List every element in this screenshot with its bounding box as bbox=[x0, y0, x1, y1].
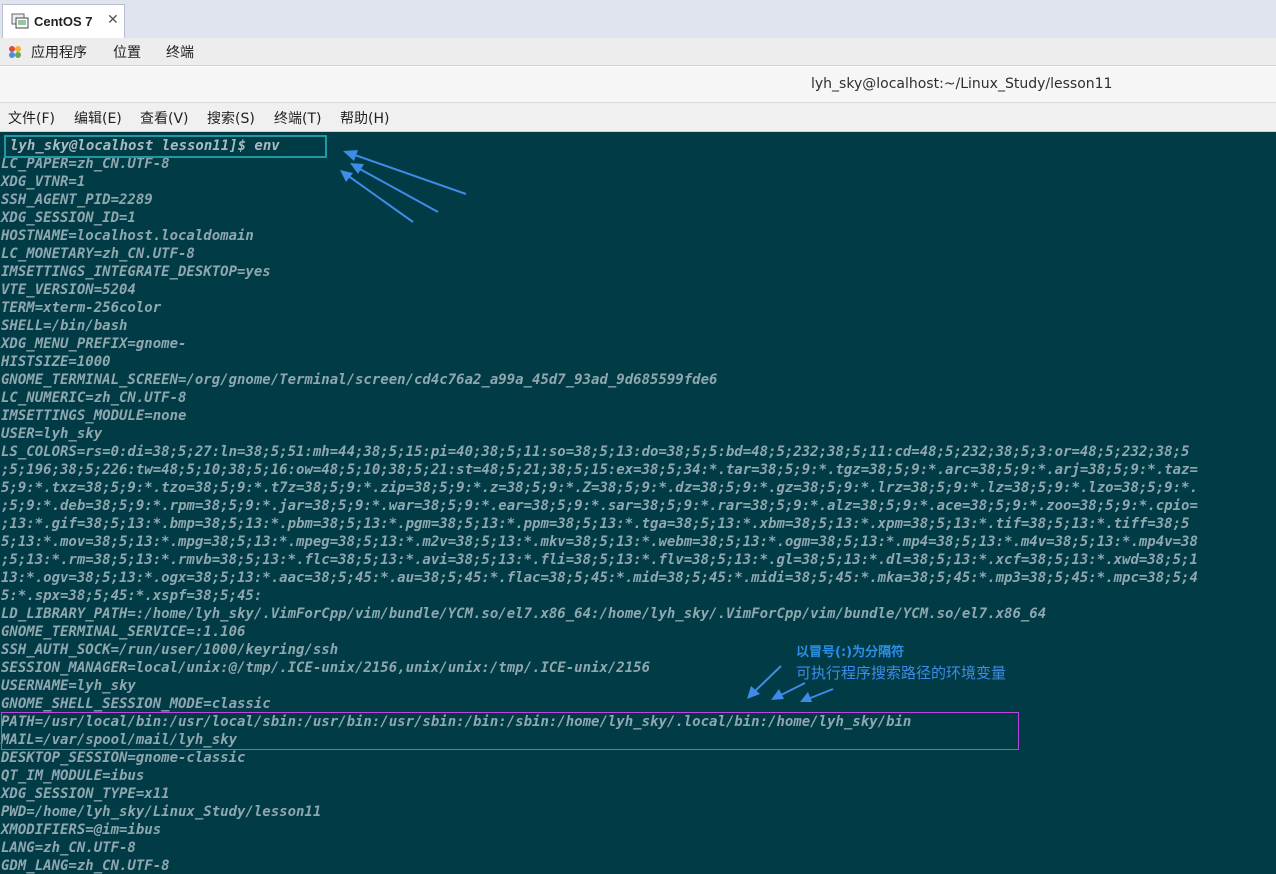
terminal-line: USERNAME=lyh_sky bbox=[1, 678, 136, 694]
window-title: lyh_sky@localhost:~/Linux_Study/lesson11 bbox=[811, 76, 1113, 92]
terminal-line: VTE_VERSION=5204 bbox=[1, 282, 136, 298]
terminal-line: SHELL=/bin/bash bbox=[1, 318, 128, 334]
terminal-line: PATH=/usr/local/bin:/usr/local/sbin:/usr… bbox=[1, 714, 912, 730]
terminal-line: LC_NUMERIC=zh_CN.UTF-8 bbox=[1, 390, 187, 406]
menu-edit[interactable]: 编辑(E) bbox=[74, 108, 122, 128]
menu-search[interactable]: 搜索(S) bbox=[207, 108, 255, 128]
terminal-line: LS_COLORS=rs=0:di=38;5;27:ln=38;5;51:mh=… bbox=[1, 444, 1190, 460]
path-variable-note: 可执行程序搜索路径的环境变量 bbox=[796, 664, 1007, 682]
terminal-line: HISTSIZE=1000 bbox=[1, 354, 111, 370]
terminal-line: XDG_VTNR=1 bbox=[1, 174, 86, 190]
menu-terminal[interactable]: 终端(T) bbox=[274, 108, 321, 128]
terminal-line: XDG_SESSION_ID=1 bbox=[1, 210, 136, 226]
menu-help[interactable]: 帮助(H) bbox=[340, 108, 389, 128]
terminal-output[interactable]: lyh_sky@localhost lesson11]$ env LC_PAPE… bbox=[0, 132, 1276, 874]
colon-separator-note: 以冒号(:)为分隔符 bbox=[796, 645, 905, 660]
terminal-line: 5;9:*.txz=38;5;9:*.tzo=38;5;9:*.t7z=38;5… bbox=[1, 480, 1198, 496]
terminal-line: QT_IM_MODULE=ibus bbox=[1, 768, 145, 784]
applications-menu[interactable]: 应用程序 bbox=[31, 42, 87, 62]
terminal-line: ;5;9:*.deb=38;5;9:*.rpm=38;5;9:*.jar=38;… bbox=[1, 498, 1198, 514]
terminal-line: XDG_SESSION_TYPE=x11 bbox=[1, 786, 170, 802]
terminal-line: DESKTOP_SESSION=gnome-classic bbox=[1, 750, 246, 766]
menu-view[interactable]: 查看(V) bbox=[140, 108, 189, 128]
terminal-line: GDM_LANG=zh_CN.UTF-8 bbox=[1, 858, 170, 874]
terminal-line: ;13:*.gif=38;5;13:*.bmp=38;5;13:*.pbm=38… bbox=[1, 516, 1190, 532]
vm-tab-centos7[interactable]: CentOS 7 ✕ bbox=[2, 4, 125, 38]
terminal-line: IMSETTINGS_INTEGRATE_DESKTOP=yes bbox=[1, 264, 271, 280]
terminal-line: HOSTNAME=localhost.localdomain bbox=[1, 228, 254, 244]
terminal-line: ;5;13:*.rm=38;5;13:*.rmvb=38;5;13:*.flc=… bbox=[1, 552, 1198, 568]
gnome-top-bar: 应用程序 位置 终端 bbox=[0, 38, 1276, 66]
terminal-line: 5;13:*.mov=38;5;13:*.mpg=38;5;13:*.mpeg=… bbox=[1, 534, 1198, 550]
places-menu[interactable]: 位置 bbox=[113, 42, 141, 62]
terminal-line: ;5;196;38;5;226:tw=48;5;10;38;5;16:ow=48… bbox=[1, 462, 1198, 478]
terminal-line: SESSION_MANAGER=local/unix:@/tmp/.ICE-un… bbox=[1, 660, 651, 676]
menu-file[interactable]: 文件(F) bbox=[8, 108, 55, 128]
close-icon[interactable]: ✕ bbox=[107, 12, 119, 28]
shell-prompt: lyh_sky@localhost lesson11]$ env bbox=[10, 138, 280, 154]
terminal-menubar: 文件(F) 编辑(E) 查看(V) 搜索(S) 终端(T) 帮助(H) bbox=[0, 103, 1276, 132]
applications-icon bbox=[9, 46, 21, 58]
window-titlebar[interactable]: lyh_sky@localhost:~/Linux_Study/lesson11 bbox=[0, 67, 1276, 103]
terminal-line: MAIL=/var/spool/mail/lyh_sky bbox=[1, 732, 238, 748]
vm-icon bbox=[11, 13, 29, 29]
terminal-line: LC_MONETARY=zh_CN.UTF-8 bbox=[1, 246, 195, 262]
terminal-line: 5:*.spx=38;5;45:*.xspf=38;5;45: bbox=[1, 588, 263, 604]
terminal-line: LANG=zh_CN.UTF-8 bbox=[1, 840, 136, 856]
terminal-line: LD_LIBRARY_PATH=:/home/lyh_sky/.VimForCp… bbox=[1, 606, 1047, 622]
terminal-line: PWD=/home/lyh_sky/Linux_Study/lesson11 bbox=[1, 804, 322, 820]
terminal-line: SSH_AUTH_SOCK=/run/user/1000/keyring/ssh bbox=[1, 642, 339, 658]
terminal-line: GNOME_SHELL_SESSION_MODE=classic bbox=[1, 696, 271, 712]
terminal-line: 13:*.ogv=38;5;13:*.ogx=38;5;13:*.aac=38;… bbox=[1, 570, 1198, 586]
terminal-line: GNOME_TERMINAL_SERVICE=:1.106 bbox=[1, 624, 246, 640]
vm-tab-title: CentOS 7 bbox=[34, 14, 93, 29]
terminal-line: SSH_AGENT_PID=2289 bbox=[1, 192, 153, 208]
terminal-app-menu[interactable]: 终端 bbox=[166, 42, 194, 62]
terminal-line: IMSETTINGS_MODULE=none bbox=[1, 408, 187, 424]
terminal-line: GNOME_TERMINAL_SCREEN=/org/gnome/Termina… bbox=[1, 372, 718, 388]
terminal-lines: lyh_sky@localhost lesson11]$ env LC_PAPE… bbox=[1, 137, 1198, 874]
terminal-line: USER=lyh_sky bbox=[1, 426, 103, 442]
vm-tab-bar: CentOS 7 ✕ bbox=[0, 0, 1276, 38]
terminal-line: TERM=xterm-256color bbox=[1, 300, 162, 316]
terminal-line: XDG_MENU_PREFIX=gnome- bbox=[1, 336, 187, 352]
terminal-line: LC_PAPER=zh_CN.UTF-8 bbox=[1, 156, 170, 172]
terminal-line: XMODIFIERS=@im=ibus bbox=[1, 822, 162, 838]
